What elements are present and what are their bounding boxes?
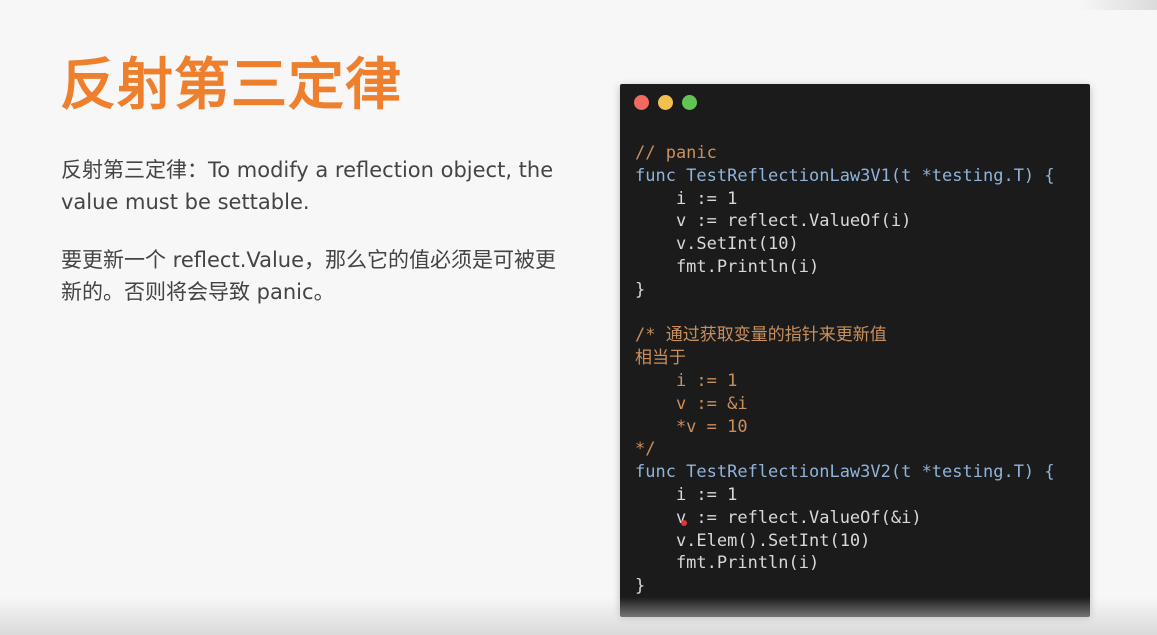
watermark-logo — [1077, 0, 1157, 10]
code-line: v := &i — [635, 393, 748, 414]
code-line: /* 通过获取变量的指针来更新值 — [635, 325, 887, 346]
code-line: } — [635, 576, 646, 597]
close-dot-icon — [634, 95, 649, 110]
code-line: v := reflect.ValueOf(&i) — [635, 507, 922, 528]
code-window: // panic func TestReflectionLaw3V1(t *te… — [620, 84, 1090, 617]
code-line: v := reflect.ValueOf(i) — [635, 211, 912, 232]
code-line: fmt.Println(i) — [635, 256, 820, 277]
code-line: func TestReflectionLaw3V1(t *testing.T) … — [635, 165, 1055, 186]
code-line: fmt.Println(i) — [635, 553, 820, 574]
minimize-dot-icon — [658, 95, 673, 110]
code-line: */ — [635, 439, 656, 460]
pointer-cursor-icon — [681, 520, 687, 526]
code-line: *v = 10 — [635, 416, 748, 437]
code-line: v.SetInt(10) — [635, 234, 799, 255]
code-line: func TestReflectionLaw3V2(t *testing.T) … — [635, 462, 1055, 483]
code-line: v.Elem().SetInt(10) — [635, 530, 871, 551]
code-line: // panic — [635, 143, 717, 163]
code-block: // panic func TestReflectionLaw3V1(t *te… — [635, 142, 1055, 598]
video-bottom-shade — [0, 597, 1157, 635]
paragraph-law-explanation: 要更新一个 reflect.Value，那么它的值必须是可被更新的。否则将会导致… — [61, 248, 557, 304]
maximize-dot-icon — [682, 95, 697, 110]
window-controls — [634, 95, 697, 110]
slide: 反射第三定律 反射第三定律：To modify a reflection obj… — [0, 0, 1157, 635]
code-line: i := 1 — [635, 188, 738, 209]
slide-title: 反射第三定律 — [60, 53, 402, 118]
code-line: i := 1 — [635, 370, 738, 391]
code-line: 相当于 — [635, 348, 686, 369]
code-line: i := 1 — [635, 484, 738, 505]
code-line: } — [635, 279, 646, 300]
paragraph-law-definition: 反射第三定律：To modify a reflection object, th… — [61, 158, 554, 214]
